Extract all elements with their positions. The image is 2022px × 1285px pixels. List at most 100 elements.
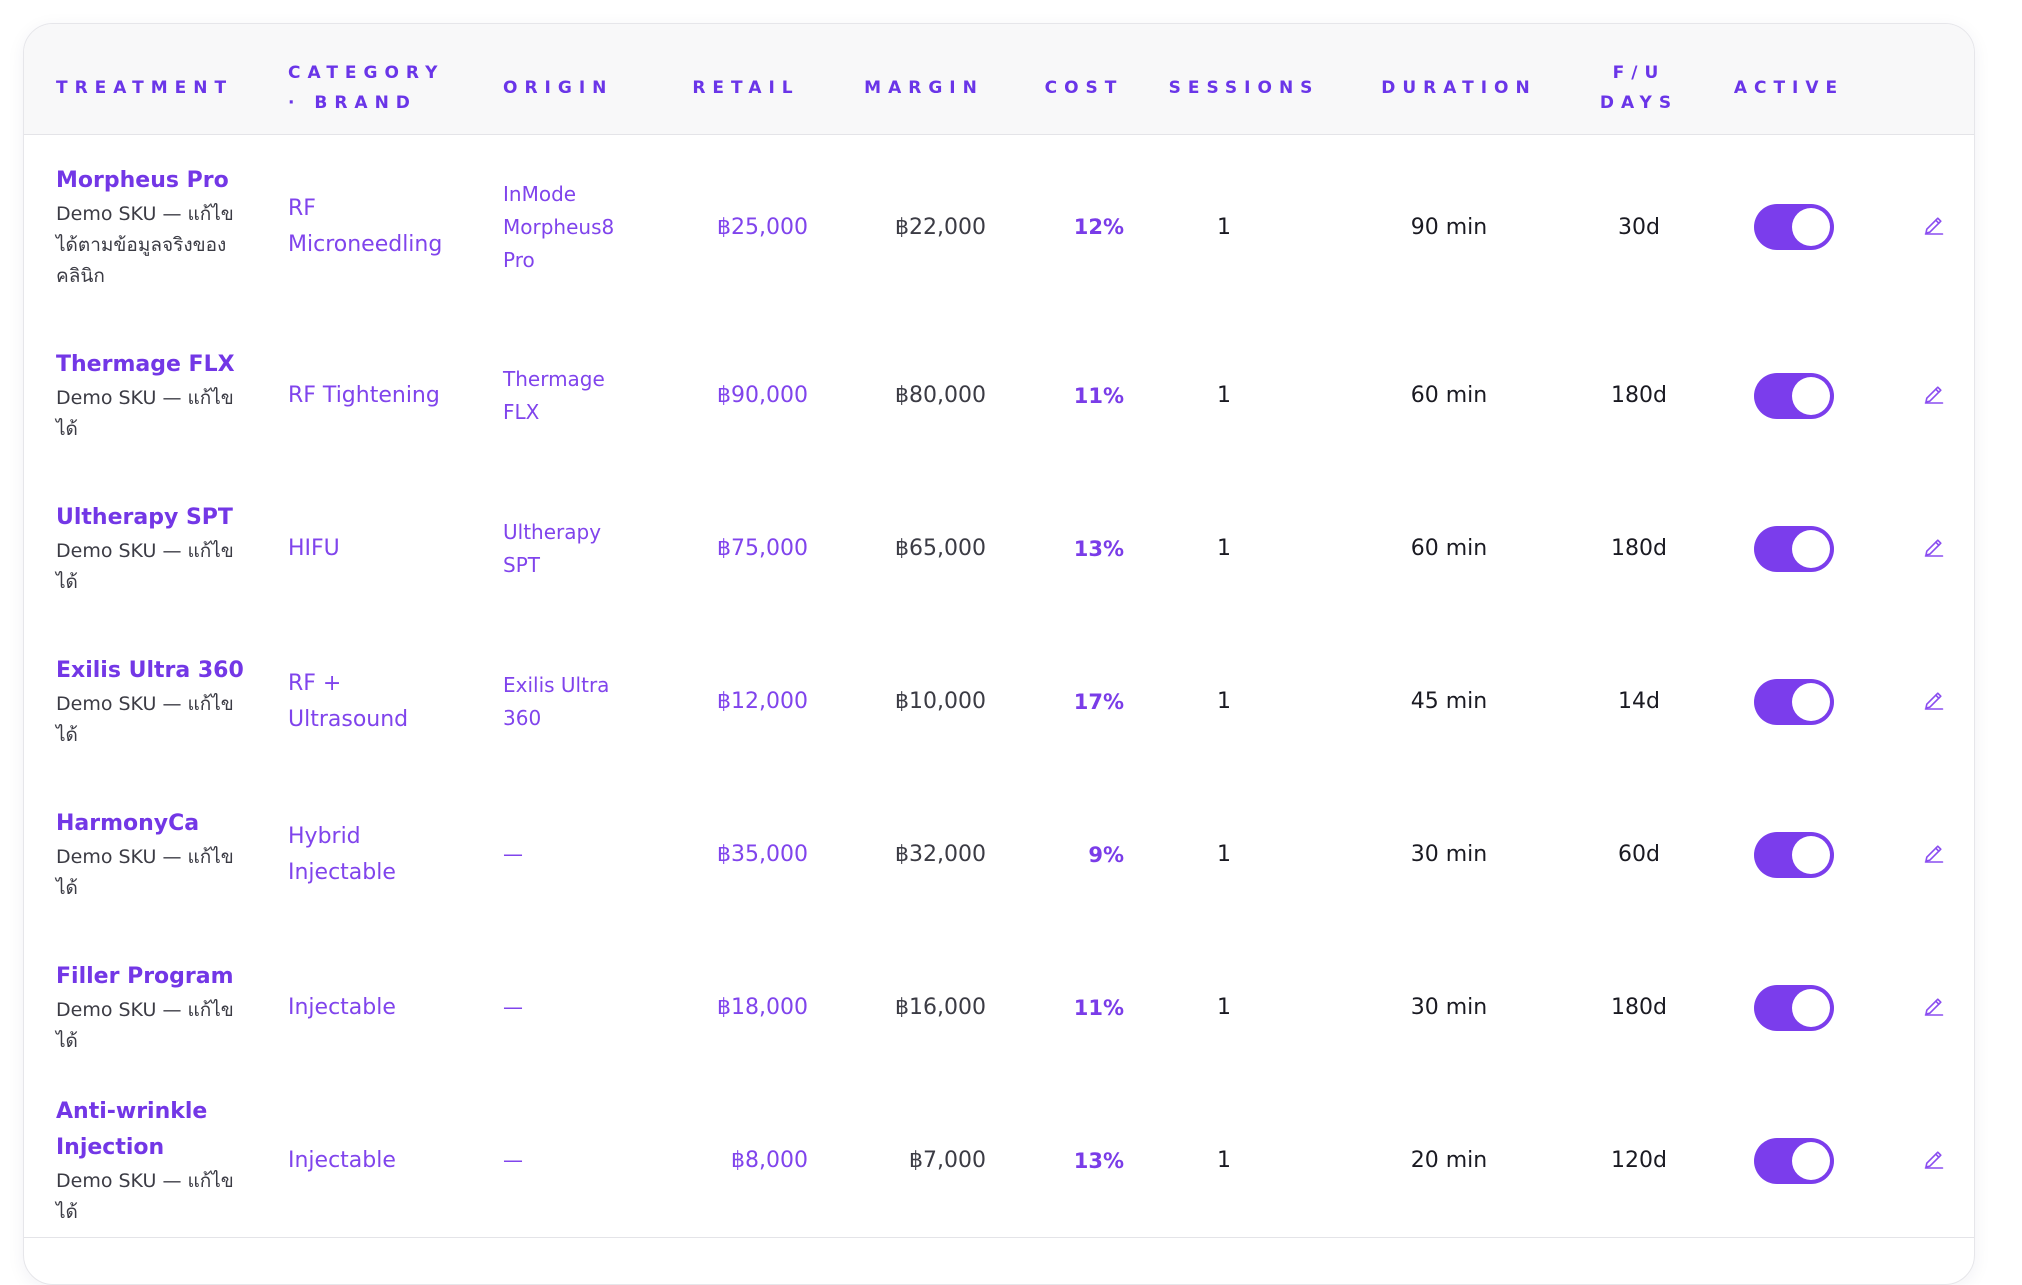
sessions-count: 1 [1217,1148,1231,1173]
treatment-subtitle: Demo SKU — แก้ไขได้ [56,386,234,440]
header-margin[interactable]: MARGIN [859,58,989,118]
sessions-count: 1 [1217,842,1231,867]
treatment-cell: Anti-wrinkle Injection Demo SKU — แก้ไขได… [56,1084,246,1237]
pencil-icon[interactable] [1922,994,1946,1022]
category-text: Hybrid Injectable [288,823,396,885]
retail-price: ฿25,000 [717,214,808,240]
sessions-count: 1 [1217,383,1231,408]
margin-value: ฿80,000 [895,383,986,408]
table-row: Morpheus Pro Demo SKU — แก้ไขได้ตามข้อมูล… [24,135,1974,320]
sessions-count: 1 [1217,214,1231,240]
active-toggle[interactable] [1754,831,1834,878]
table-row: Anti-wrinkle Injection Demo SKU — แก้ไขได… [24,1084,1974,1238]
pencil-icon[interactable] [1922,688,1946,716]
treatment-subtitle: Demo SKU — แก้ไขได้ตามข้อมูลจริงของคลินิ… [56,202,234,287]
cost-percent: 11% [1073,383,1124,408]
origin-text: Exilis Ultra 360 [503,672,610,730]
toggle-knob [1792,208,1830,246]
followup-days: 60d [1618,842,1660,867]
followup-days: 120d [1611,1148,1667,1173]
retail-price: ฿12,000 [717,689,808,714]
treatment-name[interactable]: Anti-wrinkle Injection [56,1094,246,1166]
treatment-name[interactable]: Thermage FLX [56,347,235,383]
treatment-name[interactable]: Filler Program [56,959,234,995]
treatment-name[interactable]: Morpheus Pro [56,163,229,199]
sessions-count: 1 [1217,536,1231,561]
treatment-name[interactable]: Ultherapy SPT [56,500,233,536]
origin-text: Ultherapy SPT [503,519,602,577]
treatment-cell: HarmonyCa Demo SKU — แก้ไขได้ [56,778,246,931]
retail-price: ฿35,000 [717,842,808,867]
treatment-subtitle: Demo SKU — แก้ไขได้ [56,692,234,746]
active-toggle[interactable] [1754,525,1834,572]
duration-value: 30 min [1410,995,1488,1020]
toggle-knob [1792,835,1830,874]
header-category-brand[interactable]: CATEGORY · BRAND [288,58,463,118]
category-text: Injectable [288,1147,396,1173]
cost-percent: 11% [1073,995,1124,1020]
category-text: RF Tightening [288,382,440,408]
retail-price: ฿75,000 [717,536,808,561]
category-text: RF Microneedling [288,196,443,257]
table-row: Exilis Ultra 360 Demo SKU — แก้ไขได้ RF + … [24,625,1974,779]
header-active[interactable]: ACTIVE [1724,58,1854,118]
table-row: Filler Program Demo SKU — แก้ไขได้ Injecta… [24,931,1974,1085]
cost-percent: 13% [1073,536,1124,561]
treatment-subtitle: Demo SKU — แก้ไขได้ [56,539,234,593]
header-origin[interactable]: ORIGIN [503,58,633,118]
table-row: HarmonyCa Demo SKU — แก้ไขได้ Hybrid Injec… [24,778,1974,932]
pencil-icon[interactable] [1922,1147,1946,1175]
margin-value: ฿22,000 [895,214,986,240]
header-treatment[interactable]: TREATMENT [56,58,246,118]
treatment-name[interactable]: Exilis Ultra 360 [56,653,244,689]
treatment-subtitle: Demo SKU — แก้ไขได้ [56,998,234,1052]
cost-percent: 12% [1073,215,1124,239]
followup-days: 180d [1611,536,1667,561]
origin-text: — [503,1148,523,1172]
toggle-knob [1792,376,1830,415]
treatments-table: TREATMENT CATEGORY · BRAND ORIGIN RETAIL… [23,23,1975,1285]
margin-value: ฿32,000 [895,842,986,867]
pencil-icon[interactable] [1922,535,1946,563]
treatment-cell: Filler Program Demo SKU — แก้ไขได้ [56,931,246,1084]
duration-value: 90 min [1410,214,1488,240]
active-toggle[interactable] [1754,204,1834,250]
followup-days: 30d [1618,214,1660,240]
active-toggle[interactable] [1754,678,1834,725]
header-retail[interactable]: RETAIL [684,58,808,118]
followup-days: 180d [1611,383,1667,408]
active-toggle[interactable] [1754,1137,1834,1184]
margin-value: ฿7,000 [909,1148,986,1173]
treatment-cell: Ultherapy SPT Demo SKU — แก้ไขได้ [56,472,246,625]
origin-text: Thermage FLX [503,366,605,424]
margin-value: ฿10,000 [895,689,986,714]
pencil-icon[interactable] [1922,382,1946,410]
active-toggle[interactable] [1754,984,1834,1031]
treatment-subtitle: Demo SKU — แก้ไขได้ [56,845,234,899]
duration-value: 30 min [1410,842,1488,867]
treatment-cell: Exilis Ultra 360 Demo SKU — แก้ไขได้ [56,625,246,778]
origin-text: InMode Morpheus8 Pro [503,181,615,272]
category-text: HIFU [288,535,340,561]
category-text: Injectable [288,994,396,1020]
toggle-knob [1792,988,1830,1027]
header-sessions[interactable]: SESSIONS [1169,58,1314,118]
active-toggle[interactable] [1754,372,1834,419]
margin-value: ฿16,000 [895,995,986,1020]
header-duration[interactable]: DURATION [1379,58,1539,118]
sessions-count: 1 [1217,995,1231,1020]
followup-days: 180d [1611,995,1667,1020]
table-row: Thermage FLX Demo SKU — แก้ไขได้ RF Tighte… [24,319,1974,473]
retail-price: ฿8,000 [731,1148,808,1173]
header-fu-days[interactable]: F/U DAYS [1594,58,1684,118]
treatment-name[interactable]: HarmonyCa [56,806,199,842]
pencil-icon[interactable] [1922,841,1946,869]
treatment-subtitle: Demo SKU — แก้ไขได้ [56,1169,234,1223]
table-header: TREATMENT CATEGORY · BRAND ORIGIN RETAIL… [24,24,1974,135]
table-row: Ultherapy SPT Demo SKU — แก้ไขได้ HIFU Ulth… [24,472,1974,626]
treatment-cell: Thermage FLX Demo SKU — แก้ไขได้ [56,319,246,472]
origin-text: — [503,995,523,1019]
pencil-icon[interactable] [1922,213,1946,241]
header-cost[interactable]: COST [1034,58,1134,118]
duration-value: 60 min [1410,536,1488,561]
